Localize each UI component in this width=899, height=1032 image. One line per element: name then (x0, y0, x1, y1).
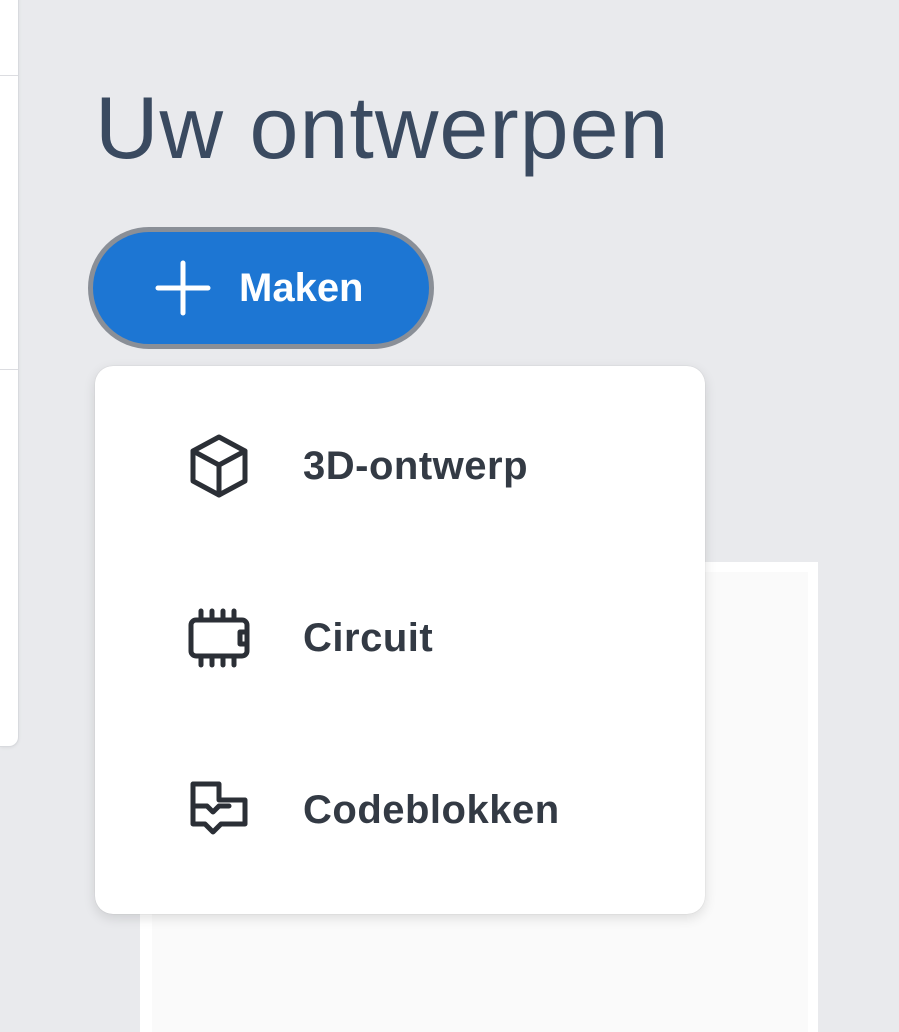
side-panel (0, 0, 19, 747)
menu-item-circuit[interactable]: Circuit (95, 552, 705, 724)
plus-icon (155, 260, 211, 316)
menu-item-3d-design[interactable]: 3D-ontwerp (95, 380, 705, 552)
page-title: Uw ontwerpen (95, 78, 670, 177)
side-panel-divider (0, 75, 18, 76)
create-menu: 3D-ontwerp Circuit Codeblokken (95, 366, 705, 914)
create-button-label: Maken (239, 265, 364, 310)
menu-item-label: 3D-ontwerp (303, 443, 528, 488)
create-button[interactable]: Maken (88, 227, 434, 349)
menu-item-label: Codeblokken (303, 787, 560, 832)
side-panel-divider (0, 369, 18, 370)
menu-item-codeblocks[interactable]: Codeblokken (95, 724, 705, 896)
code-blocks-icon (190, 781, 248, 835)
chip-icon (188, 608, 250, 668)
menu-item-label: Circuit (303, 615, 434, 660)
cube-icon (190, 434, 248, 498)
